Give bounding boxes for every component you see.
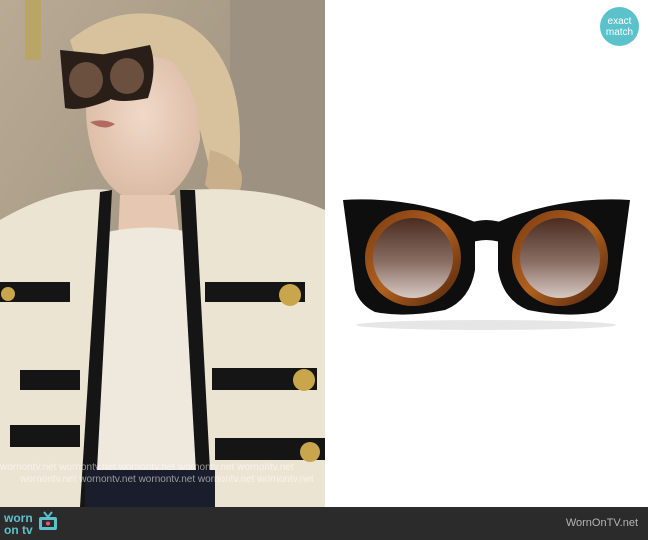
product-panel: exact match	[325, 0, 648, 507]
footer-bar: worn on tv WornOnTV.net	[0, 507, 648, 540]
badge-line-2: match	[605, 26, 634, 38]
watermark-text: wornontv.net wornontv.net wornontv.net w…	[0, 462, 294, 473]
wornontv-logo[interactable]: worn on tv	[4, 510, 59, 538]
site-url[interactable]: WornOnTV.net	[566, 517, 638, 529]
show-photo: wornontv.net wornontv.net wornontv.net w…	[0, 0, 325, 507]
watermark-text-2: wornontv.net wornontv.net wornontv.net w…	[20, 474, 314, 485]
show-photo-illustration	[0, 0, 325, 507]
tv-icon	[37, 510, 59, 538]
badge-line-1: exact	[607, 15, 632, 27]
sunglasses-product-image[interactable]	[325, 0, 648, 507]
exact-match-badge: exact match	[600, 7, 639, 46]
logo-line-2: on tv	[4, 523, 33, 537]
